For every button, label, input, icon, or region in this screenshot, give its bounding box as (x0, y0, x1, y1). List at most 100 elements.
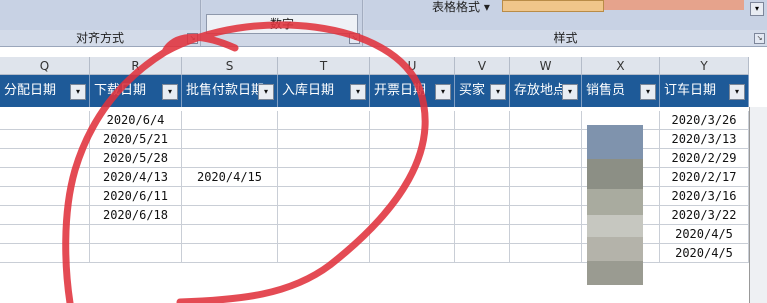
table-format-button[interactable]: 表格格式 ▾ (432, 0, 490, 14)
cell-u[interactable] (370, 149, 455, 168)
number-launcher-icon[interactable]: ↘ (349, 33, 360, 44)
cell-s[interactable]: 2020/4/15 (182, 168, 278, 187)
cell-s[interactable] (182, 111, 278, 130)
cell-r[interactable] (90, 225, 182, 244)
cell-y[interactable]: 2020/3/26 (660, 111, 749, 130)
column-letter-y[interactable]: Y (660, 57, 749, 75)
filter-dropdown-icon[interactable]: ▾ (70, 84, 86, 100)
cell-u[interactable] (370, 111, 455, 130)
cell-u[interactable] (370, 168, 455, 187)
cell-q[interactable] (0, 111, 90, 130)
cell-t[interactable] (278, 149, 370, 168)
cell-u[interactable] (370, 225, 455, 244)
cell-t[interactable] (278, 244, 370, 263)
style-launcher-icon[interactable]: ↘ (754, 33, 765, 44)
cell-w[interactable] (510, 149, 582, 168)
column-letter-t[interactable]: T (278, 57, 370, 75)
cell-w[interactable] (510, 187, 582, 206)
alignment-launcher-icon[interactable]: ↘ (187, 33, 198, 44)
cell-w[interactable] (510, 111, 582, 130)
cell-v[interactable] (455, 225, 510, 244)
cell-v[interactable] (455, 111, 510, 130)
column-letter-v[interactable]: V (455, 57, 510, 75)
column-letter-r[interactable]: R (90, 57, 182, 75)
cell-y[interactable]: 2020/2/29 (660, 149, 749, 168)
cell-w[interactable] (510, 225, 582, 244)
filter-dropdown-icon[interactable]: ▾ (562, 84, 578, 100)
cell-u[interactable] (370, 206, 455, 225)
cell-y[interactable]: 2020/2/17 (660, 168, 749, 187)
cell-v[interactable] (455, 168, 510, 187)
cell-u[interactable] (370, 130, 455, 149)
cell-y[interactable]: 2020/3/16 (660, 187, 749, 206)
header-label: 开票日期 (374, 83, 427, 98)
filter-dropdown-icon[interactable]: ▾ (258, 84, 274, 100)
cell-w[interactable] (510, 168, 582, 187)
filter-dropdown-icon[interactable]: ▾ (350, 84, 366, 100)
cell-u[interactable] (370, 187, 455, 206)
cell-style-swatch[interactable] (502, 0, 604, 12)
cell-s[interactable] (182, 149, 278, 168)
filter-active-icon[interactable]: ▾ (490, 84, 506, 100)
cell-r[interactable]: 2020/6/18 (90, 206, 182, 225)
cell-w[interactable] (510, 130, 582, 149)
cell-q[interactable] (0, 168, 90, 187)
cell-v[interactable] (455, 149, 510, 168)
header-allocation-date: 分配日期 ▾ (0, 75, 90, 107)
spreadsheet[interactable]: Q R S T U V W X Y 分配日期 ▾ 下载日期 ▾ 批售付款日期 ▾… (0, 47, 767, 303)
column-letter-q[interactable]: Q (0, 57, 90, 75)
ribbon-scroll-icon[interactable]: ▾ (750, 2, 764, 16)
cell-v[interactable] (455, 187, 510, 206)
cell-q[interactable] (0, 187, 90, 206)
cell-r[interactable]: 2020/4/13 (90, 168, 182, 187)
cell-y[interactable]: 2020/4/5 (660, 225, 749, 244)
column-letter-w[interactable]: W (510, 57, 582, 75)
number-format-dropdown[interactable]: 数字 (206, 14, 358, 34)
cell-v[interactable] (455, 206, 510, 225)
filter-dropdown-icon[interactable]: ▾ (162, 84, 178, 100)
cell-t[interactable] (278, 225, 370, 244)
cell-r[interactable]: 2020/6/4 (90, 111, 182, 130)
cell-q[interactable] (0, 244, 90, 263)
column-letter-x[interactable]: X (582, 57, 660, 75)
cell-style-swatch-2[interactable] (604, 0, 744, 10)
cell-u[interactable] (370, 244, 455, 263)
cell-q[interactable] (0, 130, 90, 149)
header-label: 存放地点 (514, 83, 567, 98)
cell-r[interactable]: 2020/5/28 (90, 149, 182, 168)
header-download-date: 下载日期 ▾ (90, 75, 182, 107)
cell-s[interactable] (182, 187, 278, 206)
cell-s[interactable] (182, 206, 278, 225)
cell-s[interactable] (182, 130, 278, 149)
cell-y[interactable]: 2020/4/5 (660, 244, 749, 263)
cell-t[interactable] (278, 130, 370, 149)
cell-t[interactable] (278, 168, 370, 187)
cell-s[interactable] (182, 244, 278, 263)
cell-q[interactable] (0, 225, 90, 244)
cell-t[interactable] (278, 206, 370, 225)
cell-w[interactable] (510, 244, 582, 263)
cell-t[interactable] (278, 187, 370, 206)
cell-y[interactable]: 2020/3/22 (660, 206, 749, 225)
filter-active-icon[interactable]: ▾ (640, 84, 656, 100)
header-label: 买家 (459, 83, 486, 98)
cell-v[interactable] (455, 130, 510, 149)
cell-v[interactable] (455, 244, 510, 263)
filter-dropdown-icon[interactable]: ▾ (729, 84, 745, 100)
column-letters: Q R S T U V W X Y (0, 57, 767, 75)
column-letter-s[interactable]: S (182, 57, 278, 75)
column-letter-u[interactable]: U (370, 57, 455, 75)
cell-r[interactable] (90, 244, 182, 263)
filter-active-icon[interactable]: ▾ (435, 84, 451, 100)
cell-w[interactable] (510, 206, 582, 225)
cell-q[interactable] (0, 149, 90, 168)
cell-t[interactable] (278, 111, 370, 130)
table-row: 2020/6/11 2020/3/16 (0, 187, 767, 206)
header-row: 分配日期 ▾ 下载日期 ▾ 批售付款日期 ▾ 入库日期 ▾ 开票日期 ▾ 买家 … (0, 75, 767, 107)
cell-q[interactable] (0, 206, 90, 225)
header-wholesale-payment-date: 批售付款日期 ▾ (182, 75, 278, 107)
cell-y[interactable]: 2020/3/13 (660, 130, 749, 149)
cell-r[interactable]: 2020/5/21 (90, 130, 182, 149)
cell-s[interactable] (182, 225, 278, 244)
cell-r[interactable]: 2020/6/11 (90, 187, 182, 206)
